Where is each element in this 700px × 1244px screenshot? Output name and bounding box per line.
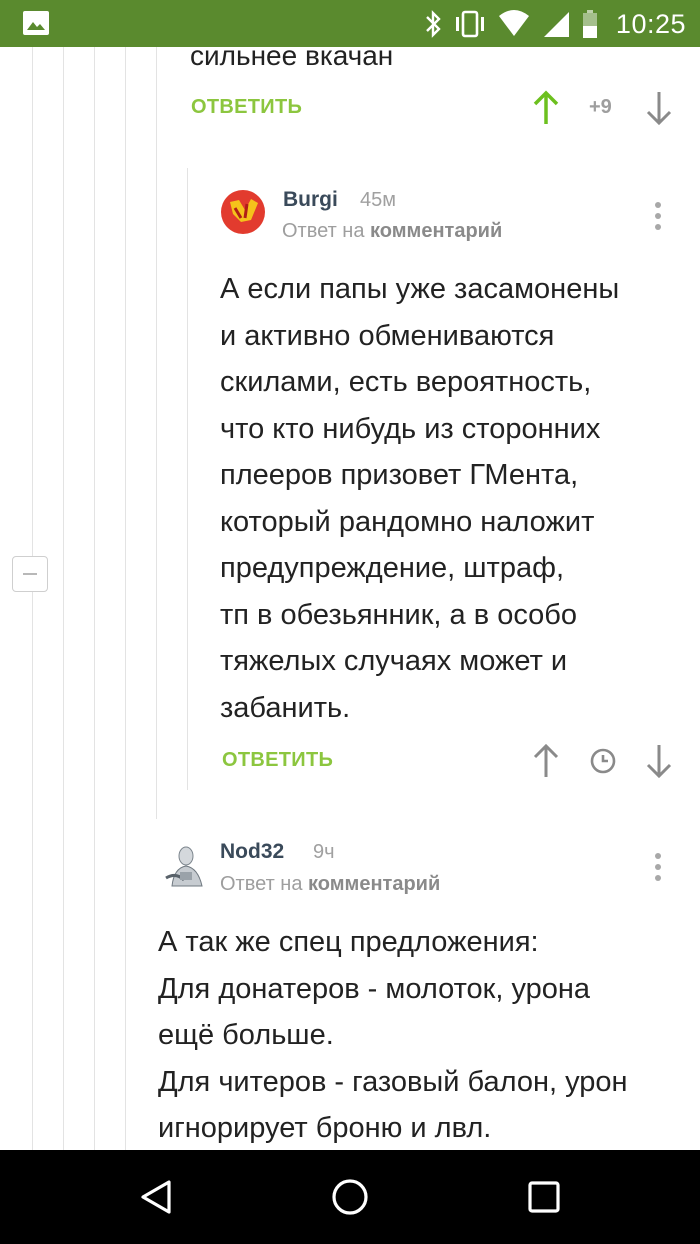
reply-to-line: Ответ на комментарий [282,220,502,243]
clock-icon [590,748,616,774]
thread-line [187,168,188,790]
collapse-thread-button[interactable] [12,556,48,592]
reply-button[interactable]: ОТВЕТИТЬ [191,96,302,119]
reply-to-link[interactable]: комментарий [370,220,502,242]
reply-to-line: Ответ на комментарий [220,873,440,896]
recents-icon[interactable] [527,1180,561,1214]
comment-score: +9 [589,96,612,118]
more-options-icon[interactable] [655,202,661,235]
comment-body: А так же спец предложения: Для донатеров… [158,926,628,1144]
reply-to-link[interactable]: комментарий [308,873,440,895]
minus-icon [23,573,37,575]
comment-time: 9ч [313,841,335,863]
reply-to-prefix: Ответ на [282,220,365,242]
bluetooth-icon [426,10,441,38]
more-options-icon[interactable] [655,853,661,886]
upvote-arrow-icon[interactable] [532,743,560,779]
battery-icon [582,10,597,38]
thread-line [63,47,64,1150]
image-icon [23,11,49,35]
signal-icon [543,12,569,37]
username[interactable]: Nod32 [220,840,284,864]
avatar[interactable] [162,842,206,890]
username[interactable]: Burgi [283,188,338,212]
comment-body: А если папы уже засамонены и активно обм… [220,273,620,724]
back-icon[interactable] [138,1178,174,1216]
reply-button[interactable]: ОТВЕТИТЬ [222,749,333,772]
comment-time: 45м [360,189,396,211]
reply-to-prefix: Ответ на [220,873,303,895]
thread-line [94,47,95,1150]
wifi-icon [498,10,529,36]
thread-line [32,592,33,1150]
navigation-bar [0,1150,700,1244]
avatar[interactable] [221,190,265,234]
upvote-arrow-icon[interactable] [532,90,560,126]
clock: 10:25 [615,8,686,39]
downvote-arrow-icon[interactable] [645,90,673,126]
thread-line [125,47,126,1150]
home-icon[interactable] [331,1178,369,1216]
downvote-arrow-icon[interactable] [645,743,673,779]
vibrate-icon [455,10,484,38]
comment-text-tail: сильнее вкачан [190,40,394,71]
thread-line [32,47,33,556]
thread-line [156,47,157,819]
